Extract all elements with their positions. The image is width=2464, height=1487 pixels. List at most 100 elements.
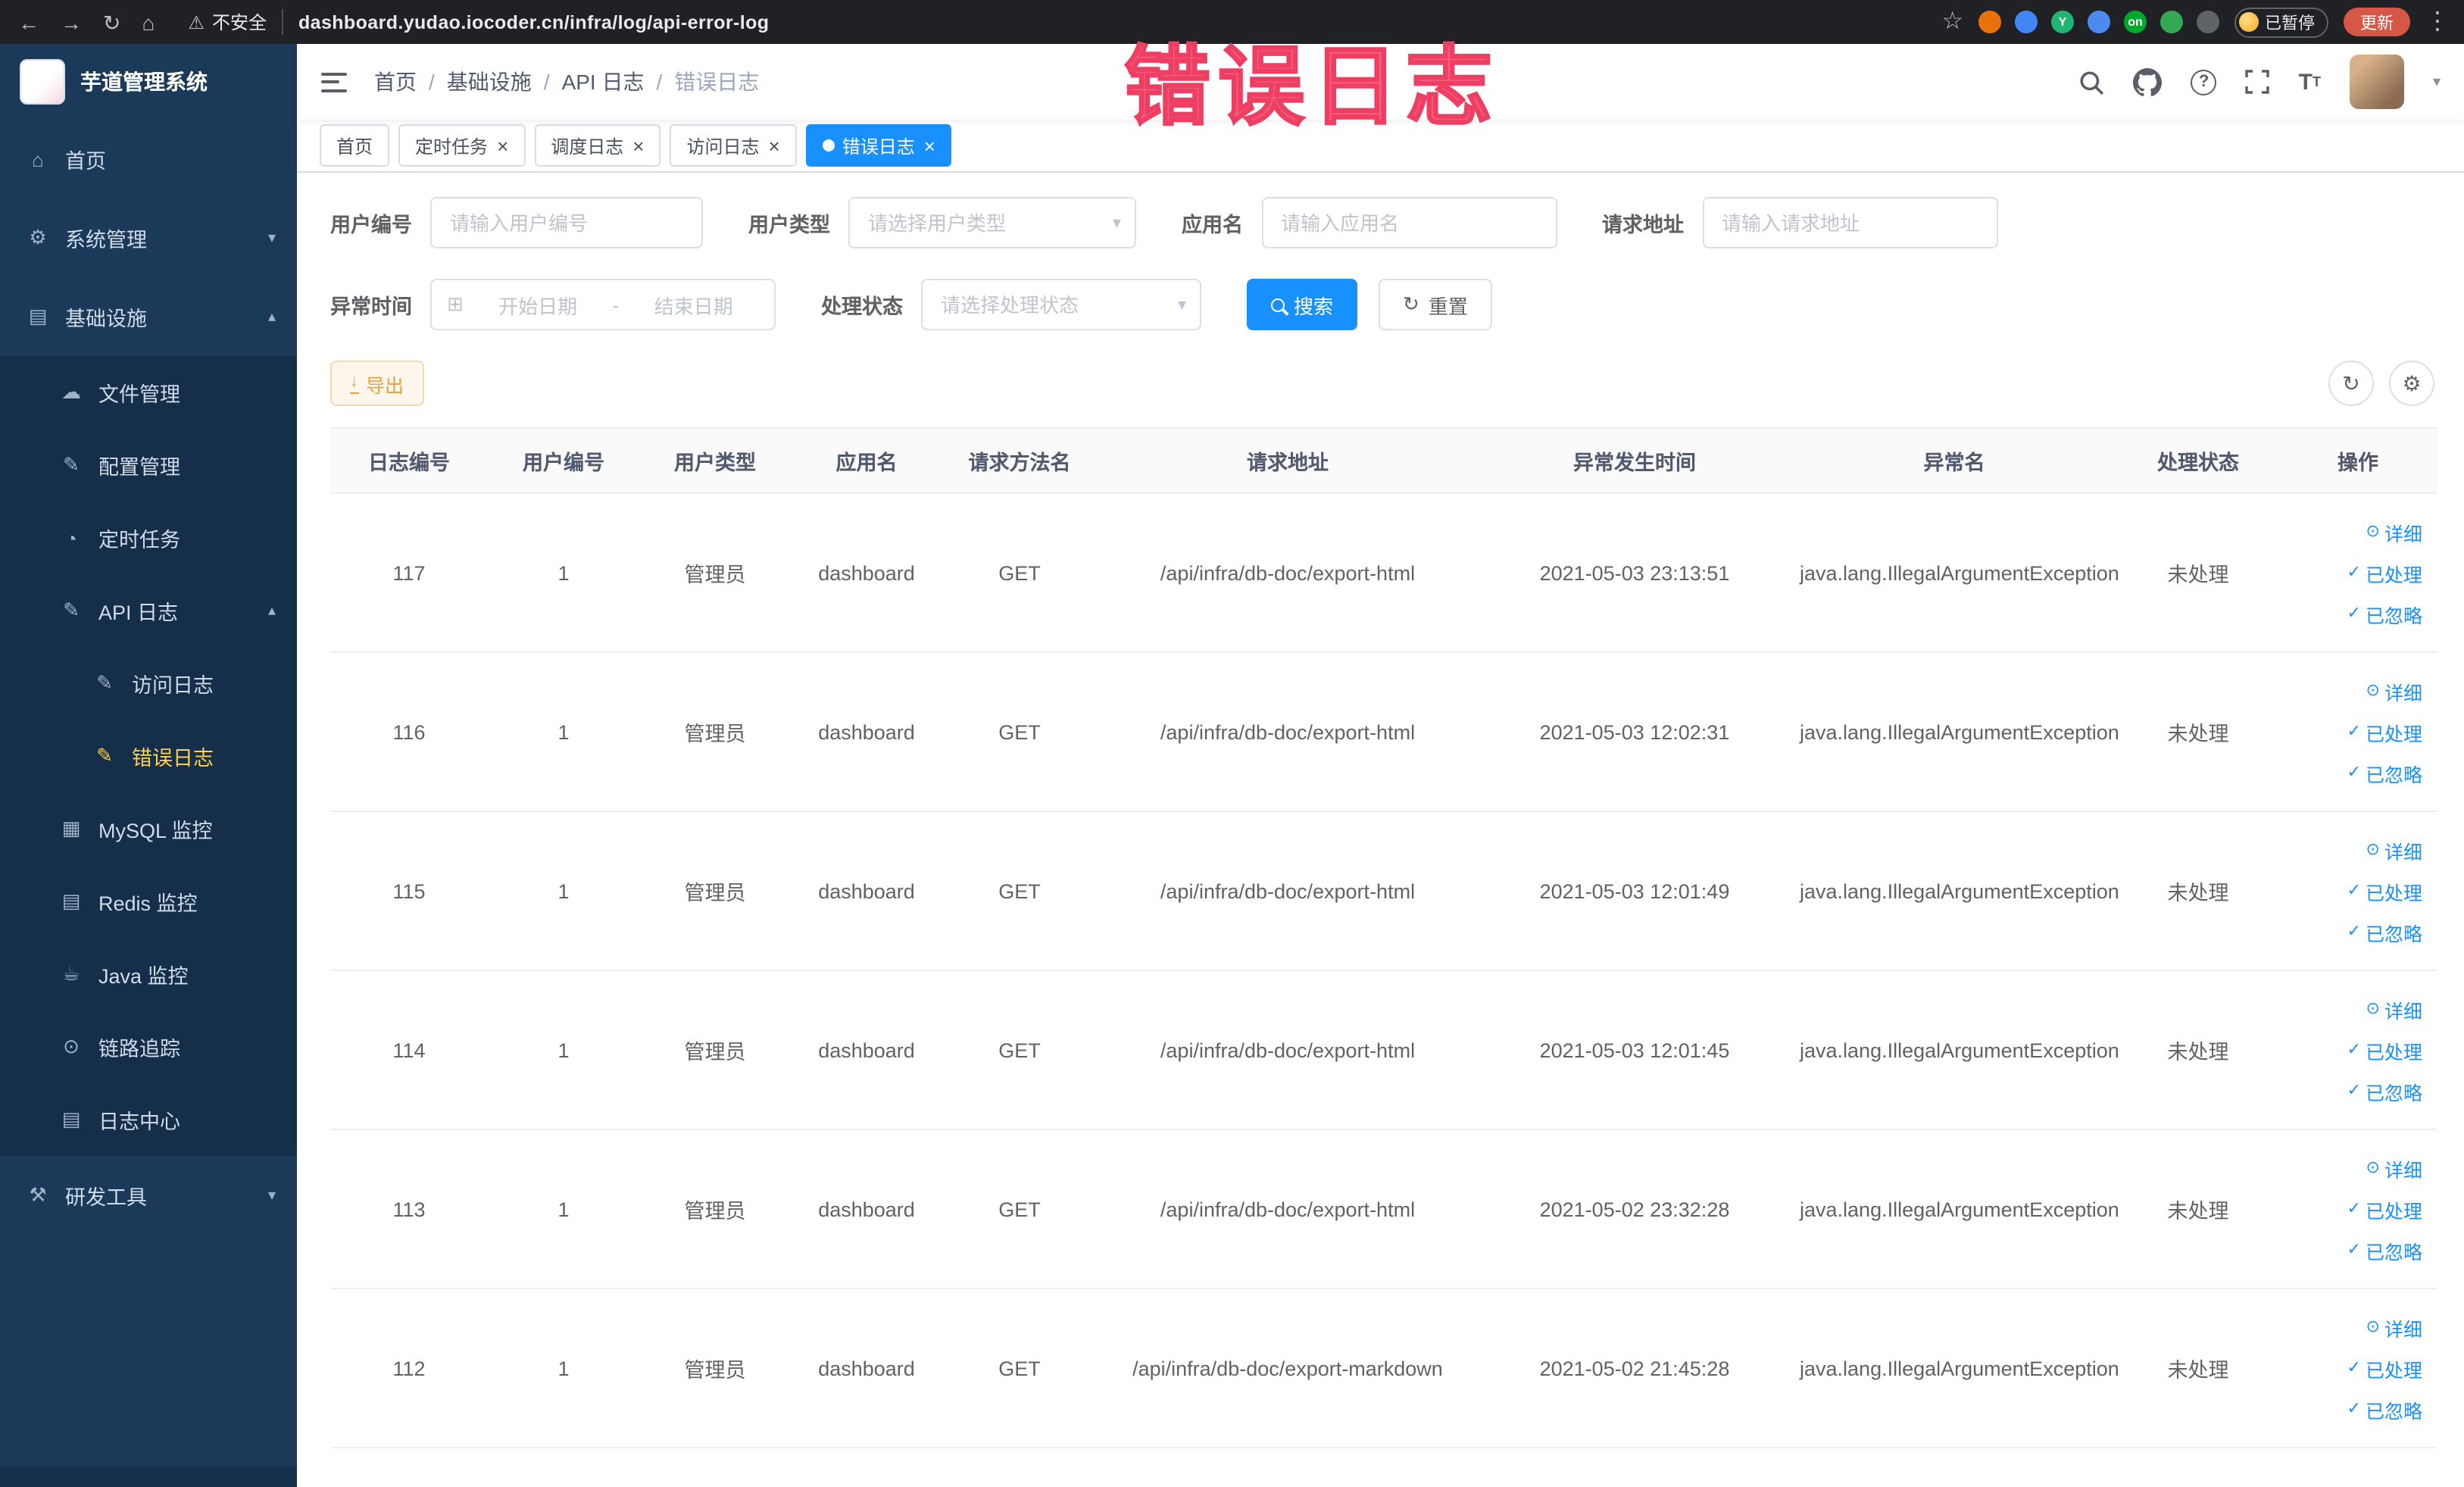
collapse-sidebar-icon[interactable]: [321, 72, 347, 92]
extension-icon[interactable]: Y: [2051, 11, 2074, 33]
home-icon[interactable]: ⌂: [142, 11, 155, 33]
forward-icon[interactable]: →: [61, 11, 82, 33]
breadcrumb-item[interactable]: API 日志: [562, 67, 645, 97]
help-icon[interactable]: ?: [2191, 69, 2217, 95]
export-button[interactable]: ↓ 导出: [330, 361, 424, 406]
breadcrumb-item[interactable]: 基础设施: [447, 67, 532, 97]
mark-processed-link[interactable]: ✓ 已处理: [2347, 558, 2422, 587]
check-icon: ✓: [2347, 922, 2361, 940]
detail-link[interactable]: ⊙ 详细: [2366, 995, 2422, 1023]
search-icon[interactable]: [2079, 69, 2105, 95]
sidebar-item[interactable]: ⚙ 系统管理: [0, 198, 297, 277]
extension-icon[interactable]: on: [2124, 11, 2147, 33]
paused-badge[interactable]: 已暂停: [2234, 7, 2328, 37]
detail-link[interactable]: ⊙ 详细: [2366, 676, 2422, 705]
sidebar-item[interactable]: ⊙ 链路追踪: [0, 1011, 297, 1083]
extension-icon[interactable]: [2015, 11, 2038, 33]
cell-actions: ⊙ 详细 ✓ 已处理 ✓ 已忽略: [2278, 652, 2437, 812]
mark-ignored-link[interactable]: ✓ 已忽略: [2347, 758, 2422, 787]
sidebar-item[interactable]: ✎ 错误日志: [0, 720, 297, 792]
browser-menu-icon[interactable]: ⋮: [2425, 9, 2450, 34]
reset-button[interactable]: ↻ 重置: [1379, 279, 1492, 330]
page-tab[interactable]: 首页 ×: [320, 124, 390, 167]
page-tab[interactable]: 错误日志 ×: [805, 124, 952, 167]
back-icon[interactable]: ←: [18, 11, 39, 33]
url-bar[interactable]: dashboard.yudao.iocoder.cn/infra/log/api…: [298, 11, 1926, 33]
request-url-label: 请求地址: [1602, 214, 1684, 236]
column-settings-button[interactable]: ⚙: [2389, 361, 2434, 406]
check-icon: ✓: [2347, 563, 2361, 581]
mark-processed-link[interactable]: ✓ 已处理: [2347, 876, 2422, 905]
update-button[interactable]: 更新: [2344, 8, 2410, 36]
caret-down-icon[interactable]: ▾: [2433, 73, 2441, 90]
reload-icon[interactable]: ↻: [103, 11, 120, 33]
cell-log-id: 114: [330, 970, 488, 1130]
table-row: 115 1 管理员 dashboard GET /api/infra/db-do…: [330, 811, 2437, 971]
github-icon[interactable]: [2133, 67, 2163, 96]
page-tab[interactable]: 定时任务 ×: [398, 124, 526, 167]
cell-exception-time: 2021-05-03 23:13:51: [1479, 493, 1791, 653]
close-tab-icon[interactable]: ×: [924, 136, 935, 155]
close-tab-icon[interactable]: ×: [769, 136, 780, 155]
sidebar-item[interactable]: ⌂ 首页: [0, 120, 297, 198]
cell-app-name: dashboard: [791, 970, 942, 1130]
check-icon: ✓: [2347, 722, 2361, 740]
bookmark-icon[interactable]: ☆: [1941, 9, 1963, 34]
cell-user-type: 管理员: [639, 652, 791, 812]
cell-exception-time: 2021-05-03 12:01:45: [1479, 970, 1791, 1130]
app-logo[interactable]: 芋道管理系统: [0, 44, 297, 120]
font-size-icon[interactable]: TT: [2299, 70, 2321, 93]
detail-link[interactable]: ⊙ 详细: [2366, 517, 2422, 546]
sidebar-item[interactable]: ▤ 日志中心: [0, 1083, 297, 1156]
app-name-input[interactable]: [1261, 197, 1557, 248]
mark-ignored-link[interactable]: ✓ 已忽略: [2347, 1236, 2422, 1264]
extension-icon[interactable]: [2160, 11, 2183, 33]
refresh-table-button[interactable]: ↻: [2328, 361, 2374, 406]
sidebar-item[interactable]: ☕ Java 监控: [0, 938, 297, 1011]
close-tab-icon[interactable]: ×: [497, 136, 508, 155]
sidebar-item[interactable]: ◔ 定时任务: [0, 501, 297, 574]
mark-processed-link[interactable]: ✓ 已处理: [2347, 1354, 2422, 1382]
request-url-input[interactable]: [1702, 197, 1997, 248]
mark-processed-link[interactable]: ✓ 已处理: [2347, 1036, 2422, 1064]
site-security-badge[interactable]: ⚠ 不安全: [188, 9, 283, 35]
breadcrumb-item[interactable]: 错误日志: [674, 67, 759, 97]
mark-processed-link[interactable]: ✓ 已处理: [2347, 1195, 2422, 1223]
mark-ignored-link[interactable]: ✓ 已忽略: [2347, 1076, 2422, 1105]
detail-link[interactable]: ⊙ 详细: [2366, 836, 2422, 864]
breadcrumb-item[interactable]: 首页: [374, 67, 417, 97]
sidebar-item-label: 定时任务: [98, 529, 180, 551]
user-avatar[interactable]: [2349, 55, 2404, 109]
page-tab[interactable]: 调度日志 ×: [534, 124, 661, 167]
detail-link[interactable]: ⊙ 详细: [2366, 1313, 2422, 1342]
page-tab[interactable]: 访问日志 ×: [670, 124, 797, 167]
sidebar-item[interactable]: ▤ Redis 监控: [0, 865, 297, 938]
sidebar-item[interactable]: ▦ MySQL 监控: [0, 792, 297, 865]
mark-ignored-link[interactable]: ✓ 已忽略: [2347, 599, 2422, 628]
sidebar-item[interactable]: ☁ 文件管理: [0, 356, 297, 429]
sidebar-item[interactable]: ▤ 基础设施: [0, 277, 297, 356]
column-header: 应用名: [791, 427, 942, 494]
sidebar-item[interactable]: ✎ 配置管理: [0, 429, 297, 501]
extension-icon[interactable]: [2197, 11, 2219, 33]
user-type-select[interactable]: ▾: [848, 197, 1136, 248]
mark-ignored-link[interactable]: ✓ 已忽略: [2347, 917, 2422, 946]
extension-icon[interactable]: [2088, 11, 2110, 33]
sidebar-item[interactable]: ✎ API 日志: [0, 574, 297, 647]
page-tabs: 首页 × 定时任务 × 调度日志 × 访问日志 ×: [297, 120, 2464, 173]
user-type-select-input[interactable]: [848, 197, 1136, 248]
process-status-select[interactable]: ▾: [921, 279, 1201, 330]
date-range-picker[interactable]: ⊞ 开始日期 - 结束日期: [430, 279, 776, 330]
extension-icon[interactable]: [1978, 11, 2001, 33]
user-id-input[interactable]: [430, 197, 703, 248]
process-status-select-input[interactable]: [921, 279, 1201, 330]
cell-actions: ⊙ 详细 ✓ 已处理 ✓ 已忽略: [2278, 970, 2437, 1130]
fullscreen-icon[interactable]: [2245, 70, 2270, 94]
sidebar-item[interactable]: ✎ 访问日志: [0, 647, 297, 720]
close-tab-icon[interactable]: ×: [632, 136, 644, 155]
mark-processed-link[interactable]: ✓ 已处理: [2347, 717, 2422, 746]
mark-ignored-link[interactable]: ✓ 已忽略: [2347, 1395, 2422, 1423]
detail-link[interactable]: ⊙ 详细: [2366, 1154, 2422, 1182]
search-button[interactable]: 搜索: [1247, 279, 1358, 330]
sidebar-item[interactable]: ⚒ 研发工具: [0, 1156, 297, 1235]
